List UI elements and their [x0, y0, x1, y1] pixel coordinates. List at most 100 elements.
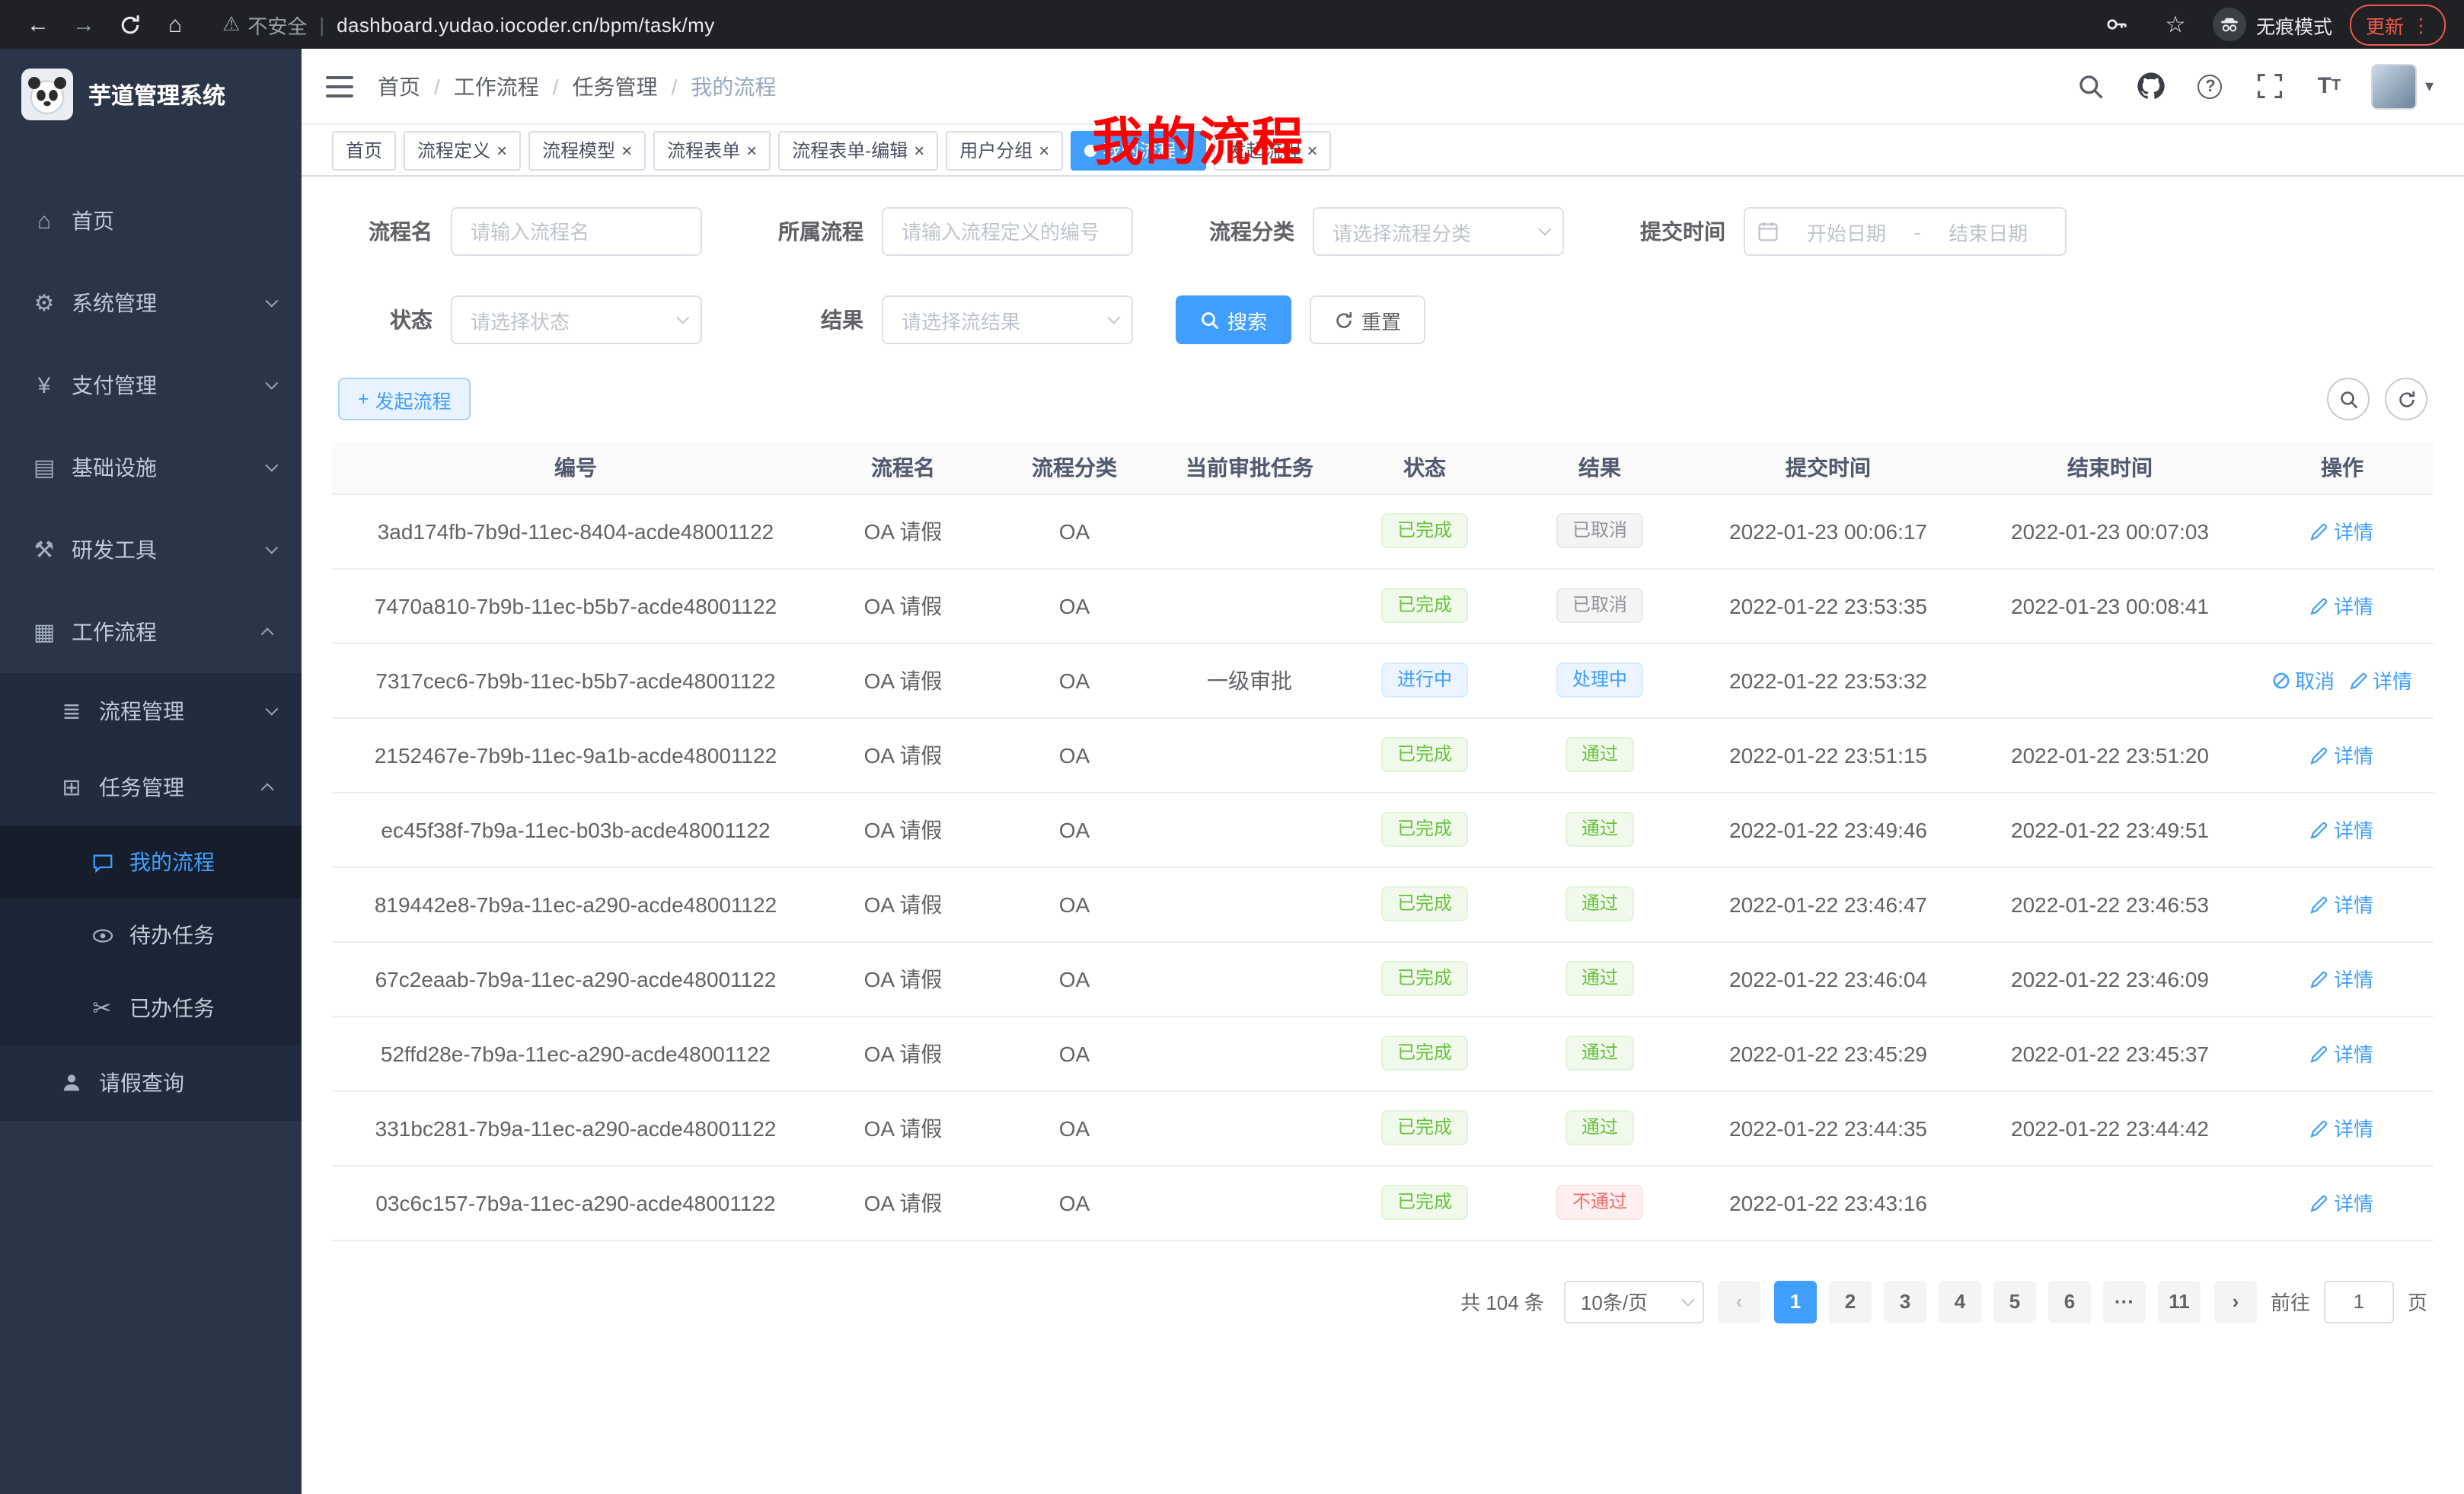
sidebar-item-todo-tasks[interactable]: 待办任务	[0, 899, 302, 972]
github-icon[interactable]	[2134, 69, 2168, 103]
cell-end-time: 2022-01-23 00:08:41	[1969, 568, 2251, 643]
breadcrumb-home[interactable]: 首页	[378, 71, 420, 101]
tab-close-icon[interactable]: ×	[621, 141, 632, 159]
browser-back-icon[interactable]: ←	[18, 5, 58, 44]
tab[interactable]: 首页 ×	[332, 130, 396, 170]
date-range-picker[interactable]: 开始日期 - 结束日期	[1744, 207, 2067, 256]
page-button[interactable]: 4	[1939, 1280, 1981, 1323]
detail-link[interactable]: 详情	[2311, 516, 2373, 545]
cell-current-task-link[interactable]	[1162, 867, 1337, 941]
detail-link[interactable]: 详情	[2311, 1188, 2373, 1217]
refresh-table-button[interactable]	[2385, 378, 2427, 420]
browser-menu-dots-icon[interactable]: ⋮	[2411, 13, 2430, 36]
yen-icon: ¥	[30, 372, 58, 398]
page-button[interactable]: 6	[2048, 1280, 2091, 1323]
table-header-row: 编号 流程名 流程分类 当前审批任务 状态 结果 提交时间 结束时间 操作	[332, 442, 2434, 493]
result-select[interactable]: 请选择流结果	[882, 295, 1133, 344]
page-size-select[interactable]: 10条/页	[1564, 1280, 1704, 1323]
status-select[interactable]: 请选择状态	[451, 295, 702, 344]
detail-link[interactable]: 详情	[2311, 1039, 2373, 1068]
chevron-down-icon	[265, 459, 278, 472]
cell-current-task-link[interactable]	[1162, 1016, 1337, 1090]
show-search-button[interactable]	[2327, 378, 2370, 420]
goto-label: 前往	[2271, 1287, 2310, 1316]
process-category-select[interactable]: 请选择流程分类	[1313, 207, 1564, 256]
address-bar[interactable]: ⚠ 不安全 | dashboard.yudao.iocoder.cn/bpm/t…	[222, 10, 2092, 39]
detail-link[interactable]: 详情	[2350, 666, 2412, 694]
tab[interactable]: 流程定义 ×	[404, 130, 521, 170]
hamburger-icon[interactable]	[323, 69, 356, 103]
sidebar-item-home[interactable]: ⌂ 首页	[0, 180, 302, 262]
cell-current-task-link[interactable]	[1162, 717, 1337, 792]
sidebar-item-done-tasks[interactable]: ✂ 已办任务	[0, 972, 302, 1045]
cell-actions: 取消 详情	[2251, 1165, 2434, 1240]
sidebar-item-task-management[interactable]: ⊞ 任务管理	[0, 749, 302, 825]
detail-link[interactable]: 详情	[2311, 1113, 2373, 1142]
font-size-icon[interactable]: TT	[2312, 69, 2346, 103]
tab[interactable]: 流程模型 ×	[528, 130, 646, 170]
security-warning[interactable]: ⚠ 不安全	[222, 10, 307, 39]
page-button[interactable]: 3	[1884, 1280, 1926, 1323]
sidebar-item-my-process[interactable]: 我的流程	[0, 825, 302, 899]
sidebar-item-system[interactable]: ⚙ 系统管理	[0, 262, 302, 344]
cell-current-task-link[interactable]	[1162, 792, 1337, 867]
edit-pencil-icon	[2311, 820, 2329, 838]
detail-link[interactable]: 详情	[2311, 889, 2373, 918]
tab-close-icon[interactable]: ×	[1307, 141, 1317, 159]
page-button[interactable]: 2	[1829, 1280, 1872, 1323]
cell-current-task-link[interactable]	[1162, 568, 1337, 643]
tab[interactable]: 流程表单 ×	[653, 130, 771, 170]
search-button[interactable]: 搜索	[1176, 295, 1291, 344]
app-logo[interactable]: 芋道管理系统	[0, 49, 302, 140]
cell-category: OA	[987, 1016, 1162, 1090]
avatar[interactable]	[2372, 63, 2418, 109]
cell-current-task-link[interactable]	[1162, 1090, 1337, 1165]
sidebar-item-process-management[interactable]: ≣ 流程管理	[0, 673, 302, 749]
help-icon[interactable]: ?	[2194, 69, 2227, 103]
process-name-input[interactable]	[451, 207, 702, 256]
refresh-icon	[2396, 389, 2416, 409]
page-button[interactable]: 5	[1993, 1280, 2036, 1323]
cell-current-task-link[interactable]	[1162, 1165, 1337, 1240]
cell-current-task-link[interactable]	[1162, 493, 1337, 568]
tab-close-icon[interactable]: ×	[746, 141, 757, 159]
bookmark-star-icon[interactable]: ☆	[2156, 5, 2195, 44]
search-icon[interactable]	[2075, 69, 2108, 103]
sidebar-item-devtools[interactable]: ⚒ 研发工具	[0, 509, 302, 591]
cell-submit-time: 2022-01-22 23:51:15	[1687, 717, 1969, 792]
detail-link[interactable]: 详情	[2311, 964, 2373, 993]
browser-refresh-icon[interactable]	[110, 5, 149, 44]
sidebar-item-leave-query[interactable]: 请假查询	[0, 1045, 302, 1121]
reset-button[interactable]: 重置	[1310, 295, 1425, 344]
breadcrumb-task-management[interactable]: 任务管理	[573, 71, 658, 101]
page-button[interactable]: ···	[2103, 1280, 2146, 1323]
page-button[interactable]: 11	[2158, 1280, 2201, 1323]
page-button[interactable]: 1	[1774, 1280, 1817, 1323]
user-menu[interactable]: ▾	[2372, 63, 2434, 109]
next-page-button[interactable]: ›	[2214, 1280, 2257, 1323]
detail-link[interactable]: 详情	[2311, 591, 2373, 620]
goto-page-input[interactable]	[2324, 1280, 2394, 1323]
cell-current-task-link[interactable]	[1162, 941, 1337, 1016]
fullscreen-icon[interactable]	[2253, 69, 2287, 103]
password-key-icon[interactable]	[2098, 5, 2137, 44]
sidebar-item-workflow[interactable]: ▦ 工作流程	[0, 591, 302, 673]
cell-current-task-link[interactable]: 一级审批	[1162, 643, 1337, 717]
cancel-link[interactable]: 取消	[2272, 666, 2335, 694]
breadcrumb-workflow[interactable]: 工作流程	[454, 71, 539, 101]
detail-link[interactable]: 详情	[2311, 815, 2373, 844]
browser-forward-icon[interactable]: →	[64, 5, 104, 44]
detail-link[interactable]: 详情	[2311, 740, 2373, 769]
browser-home-icon[interactable]: ⌂	[155, 5, 195, 44]
tab-close-icon[interactable]: ×	[1039, 141, 1049, 159]
sidebar-item-infrastructure[interactable]: ▤ 基础设施	[0, 426, 302, 509]
tab[interactable]: 流程表单-编辑 ×	[778, 130, 938, 170]
prev-page-button[interactable]: ‹	[1718, 1280, 1760, 1323]
process-definition-input[interactable]	[882, 207, 1133, 256]
tab-close-icon[interactable]: ×	[914, 141, 924, 159]
update-button[interactable]: 更新 ⋮	[2351, 4, 2446, 45]
sidebar-item-payment[interactable]: ¥ 支付管理	[0, 344, 302, 426]
create-process-button[interactable]: + 发起流程	[338, 378, 471, 420]
tab[interactable]: 用户分组 ×	[946, 130, 1063, 170]
tab-close-icon[interactable]: ×	[496, 141, 507, 159]
